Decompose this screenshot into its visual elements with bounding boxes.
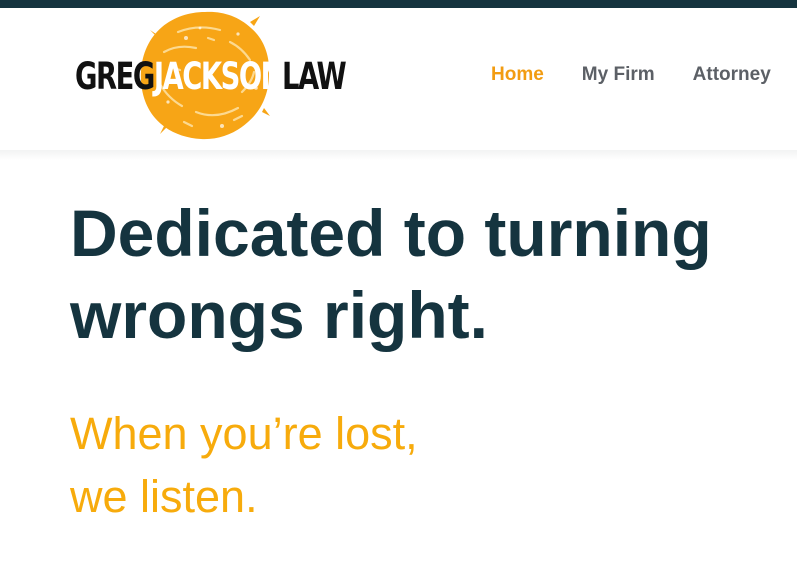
hero-subheadline-line-2: we listen.: [70, 471, 258, 522]
nav-item-attorney[interactable]: Attorney: [693, 64, 771, 86]
logo-wordmark: GREGJACKSONLAW: [75, 55, 347, 98]
logo-text-greg: GREG: [75, 55, 155, 98]
nav-item-home[interactable]: Home: [491, 64, 544, 86]
top-accent-bar: [0, 0, 797, 8]
hero-headline-line-2: wrongs right.: [70, 278, 488, 352]
logo-text-jackson: JACKSON: [153, 55, 284, 98]
main-navigation: Home My Firm Attorney: [491, 64, 797, 86]
site-header: GREGJACKSONLAW Home My Firm Attorney: [0, 8, 797, 150]
nav-item-my-firm[interactable]: My Firm: [582, 64, 655, 86]
hero-subheadline: When you’re lost, we listen.: [70, 402, 418, 528]
hero-subheadline-line-1: When you’re lost,: [70, 408, 418, 459]
hero-headline: Dedicated to turning wrongs right.: [70, 192, 712, 356]
logo-text-law: LAW: [282, 55, 347, 98]
header-shadow: [0, 150, 797, 160]
hero-headline-line-1: Dedicated to turning: [70, 196, 712, 270]
site-logo[interactable]: GREGJACKSONLAW: [72, 8, 347, 150]
